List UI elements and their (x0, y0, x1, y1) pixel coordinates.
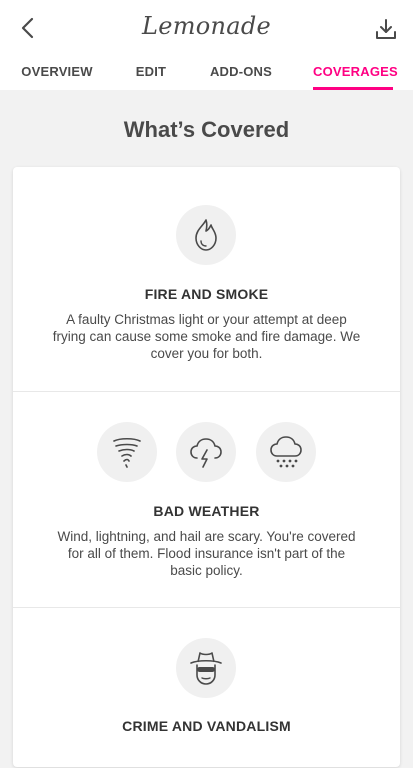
tab-edit[interactable]: EDIT (124, 64, 178, 90)
download-button[interactable] (371, 14, 401, 44)
coverage-title: FIRE AND SMOKE (144, 286, 269, 302)
coverage-title: BAD WEATHER (153, 503, 260, 519)
hail-icon-circle (256, 422, 316, 482)
burglar-icon (190, 652, 222, 685)
tab-overview[interactable]: OVERVIEW (18, 64, 96, 90)
top-bar: Lemonade OVERVIEW EDIT ADD-ONS COVERAGES (0, 0, 413, 90)
coverage-title: CRIME AND VANDALISM (122, 718, 291, 734)
coverage-crime-and-vandalism: CRIME AND VANDALISM (13, 608, 400, 768)
tab-bar: OVERVIEW EDIT ADD-ONS COVERAGES (0, 60, 413, 90)
page-title: What’s Covered (123, 117, 290, 142)
lightning-icon-circle (176, 422, 236, 482)
lightning-icon (190, 438, 222, 468)
tornado-icon (113, 437, 141, 468)
coverage-description: Wind, lightning, and hail are scary. You… (57, 529, 356, 578)
coverage-fire-and-smoke: FIRE AND SMOKE A faulty Christmas light … (13, 167, 400, 391)
tornado-icon-circle (97, 422, 157, 482)
app-logo: Lemonade (141, 12, 272, 40)
burglar-icon-circle (176, 638, 236, 698)
active-tab-indicator (313, 87, 393, 90)
fire-icon (195, 219, 217, 251)
download-icon (376, 19, 396, 39)
hail-icon (270, 436, 302, 468)
coverage-card: FIRE AND SMOKE A faulty Christmas light … (13, 167, 400, 767)
fire-icon-circle (176, 205, 236, 265)
coverage-bad-weather: BAD WEATHER Wind, lightning, and hail ar… (13, 392, 400, 608)
coverage-description: A faulty Christmas light or your attempt… (52, 312, 361, 361)
tab-add-ons[interactable]: ADD-ONS (204, 64, 278, 90)
